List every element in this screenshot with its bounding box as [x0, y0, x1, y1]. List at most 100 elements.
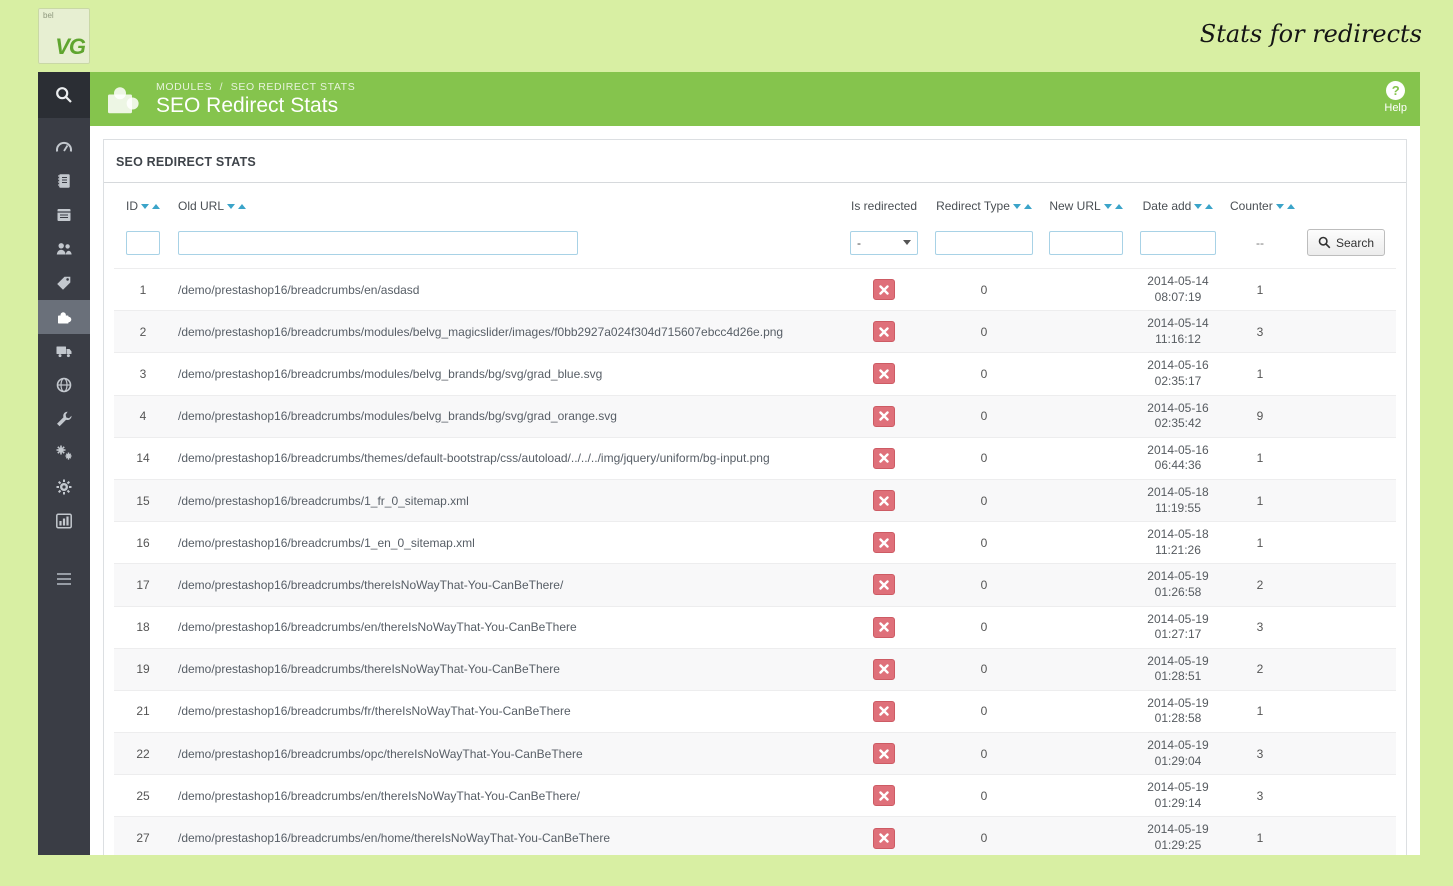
sidebar-item-customers[interactable] [38, 232, 90, 266]
filter-old-url-input[interactable] [178, 230, 578, 255]
sort-desc-icon[interactable] [1103, 204, 1112, 210]
is-redirected-toggle[interactable] [873, 827, 895, 849]
cross-icon [879, 495, 889, 506]
is-redirected-toggle[interactable] [873, 405, 895, 427]
sort-desc-icon[interactable] [1012, 204, 1021, 210]
is-redirected-toggle[interactable] [873, 279, 895, 301]
table-row: 4 /demo/prestashop16/breadcrumbs/modules… [114, 395, 1396, 438]
is-redirected-toggle[interactable] [873, 574, 895, 596]
cell-id: 22 [136, 746, 150, 761]
sidebar-item-orders[interactable] [38, 164, 90, 198]
cell-redirect-type: 0 [980, 831, 988, 846]
sort-desc-icon[interactable] [1275, 204, 1284, 210]
sort-asc-icon[interactable] [1023, 204, 1032, 210]
panel-title: SEO REDIRECT STATS [104, 140, 1406, 183]
sort-asc-icon[interactable] [238, 204, 247, 210]
cell-counter: 1 [1256, 493, 1264, 508]
sidebar-item-modules[interactable] [38, 300, 90, 334]
cross-icon [879, 327, 889, 337]
sidebar-item-stats[interactable] [38, 504, 90, 538]
cell-date-add: 2014-05-19 01:26:58 [1147, 569, 1209, 599]
table-row: 17 /demo/prestashop16/breadcrumbs/thereI… [114, 563, 1396, 606]
cell-old-url: /demo/prestashop16/breadcrumbs/themes/de… [178, 451, 770, 466]
cell-date-add: 2014-05-16 02:35:42 [1147, 400, 1209, 431]
cell-old-url: /demo/prestashop16/breadcrumbs/opc/there… [178, 746, 583, 761]
cross-icon [879, 453, 889, 464]
filter-redirect-type-input[interactable] [935, 230, 1033, 255]
sort-asc-icon[interactable] [1114, 204, 1123, 210]
cross-icon [879, 791, 889, 801]
sort-desc-icon[interactable] [1194, 204, 1203, 210]
cell-date-add: 2014-05-14 08:07:19 [1147, 274, 1209, 304]
cell-counter: 3 [1256, 620, 1264, 635]
cell-redirect-type: 0 [980, 788, 988, 803]
sidebar [38, 72, 90, 855]
page-header: MODULES / SEO REDIRECT STATS SEO Redirec… [90, 72, 1420, 126]
page-title: SEO Redirect Stats [156, 93, 339, 117]
cell-redirect-type: 0 [980, 577, 988, 592]
sort-asc-icon[interactable] [152, 204, 160, 210]
sort-asc-icon[interactable] [1205, 204, 1214, 210]
table-filter-row: - -- Search [114, 225, 1396, 269]
cell-redirect-type: 0 [980, 535, 988, 550]
sidebar-item-price-rules[interactable] [38, 266, 90, 300]
is-redirected-toggle[interactable] [873, 363, 895, 385]
sidebar-item-menu-collapse[interactable] [38, 564, 90, 594]
cross-icon [879, 833, 889, 843]
sort-desc-icon[interactable] [227, 204, 236, 210]
help-button[interactable]: ? Help [1384, 81, 1407, 114]
cell-new-url [1040, 817, 1132, 855]
is-redirected-toggle[interactable] [873, 658, 895, 680]
cell-date-add: 2014-05-16 02:35:17 [1147, 358, 1209, 388]
search-button[interactable]: Search [1306, 229, 1386, 256]
help-label: Help [1384, 102, 1407, 114]
cell-date-add: 2014-05-18 11:19:55 [1147, 484, 1209, 515]
cell-counter: 1 [1256, 366, 1264, 381]
cell-date-add: 2014-05-19 01:29:14 [1147, 780, 1209, 810]
is-redirected-toggle[interactable] [873, 616, 895, 638]
sort-asc-icon[interactable] [1286, 204, 1295, 210]
belvg-logo[interactable]: bel VG [38, 8, 90, 64]
cell-id: 16 [136, 535, 150, 550]
cell-counter: 2 [1256, 662, 1264, 677]
sidebar-item-administration[interactable] [38, 470, 90, 504]
sidebar-item-preferences[interactable] [38, 402, 90, 436]
cell-old-url: /demo/prestashop16/breadcrumbs/thereIsNo… [178, 662, 560, 677]
cell-old-url: /demo/prestashop16/breadcrumbs/1_en_0_si… [178, 535, 475, 550]
is-redirected-toggle[interactable] [873, 321, 895, 343]
cell-new-url [1040, 353, 1132, 395]
sidebar-item-search[interactable] [38, 72, 90, 118]
orders-icon [58, 174, 70, 188]
cell-old-url: /demo/prestashop16/breadcrumbs/en/thereI… [178, 788, 580, 803]
filter-is-redirected-select[interactable]: - [850, 230, 918, 255]
breadcrumb-seo-redirect-stats[interactable]: SEO REDIRECT STATS [231, 81, 356, 93]
cell-redirect-type: 0 [980, 493, 988, 508]
cell-new-url [1040, 564, 1132, 606]
filter-id-input[interactable] [126, 230, 160, 255]
sort-desc-icon[interactable] [141, 204, 149, 210]
is-redirected-toggle[interactable] [873, 532, 895, 554]
is-redirected-toggle[interactable] [873, 743, 895, 765]
sidebar-item-localization[interactable] [38, 368, 90, 402]
cell-date-add: 2014-05-19 01:27:17 [1147, 611, 1209, 642]
main-area: MODULES / SEO REDIRECT STATS SEO Redirec… [90, 72, 1420, 855]
is-redirected-toggle[interactable] [873, 785, 895, 807]
sidebar-item-dashboard[interactable] [38, 130, 90, 164]
sidebar-item-catalog[interactable] [38, 198, 90, 232]
gears-icon [56, 445, 71, 460]
cell-old-url: /demo/prestashop16/breadcrumbs/modules/b… [178, 409, 617, 424]
breadcrumb-modules[interactable]: MODULES [156, 81, 212, 93]
sidebar-item-shipping[interactable] [38, 334, 90, 368]
logo-small-text: bel [43, 11, 54, 20]
is-redirected-toggle[interactable] [873, 700, 895, 722]
sidebar-item-advanced-parameters[interactable] [38, 436, 90, 470]
filter-date-add-input[interactable] [1140, 230, 1216, 255]
is-redirected-toggle[interactable] [873, 490, 895, 512]
cell-new-url [1040, 395, 1132, 437]
filter-new-url-input[interactable] [1049, 230, 1123, 255]
cell-id: 3 [139, 366, 147, 381]
is-redirected-toggle[interactable] [873, 447, 895, 469]
cell-date-add: 2014-05-19 01:29:04 [1147, 738, 1209, 768]
cell-redirect-type: 0 [980, 282, 988, 297]
cell-new-url [1040, 690, 1132, 732]
